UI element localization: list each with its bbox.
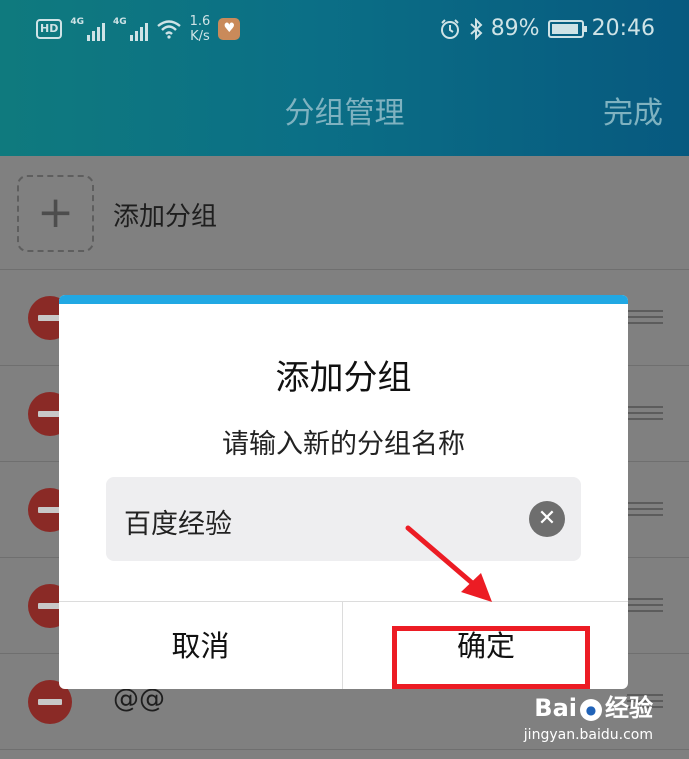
baidu-watermark: Bai ● 经验 jingyan.baidu.com (524, 688, 653, 743)
watermark-brand-right: 经验 (605, 694, 653, 722)
paw-icon: ● (580, 699, 602, 721)
annotation-highlight-box (392, 626, 590, 689)
watermark-brand-left: Bai (534, 694, 577, 722)
watermark-logo: Bai ● 经验 (524, 688, 653, 723)
watermark-url: jingyan.baidu.com (523, 727, 653, 743)
